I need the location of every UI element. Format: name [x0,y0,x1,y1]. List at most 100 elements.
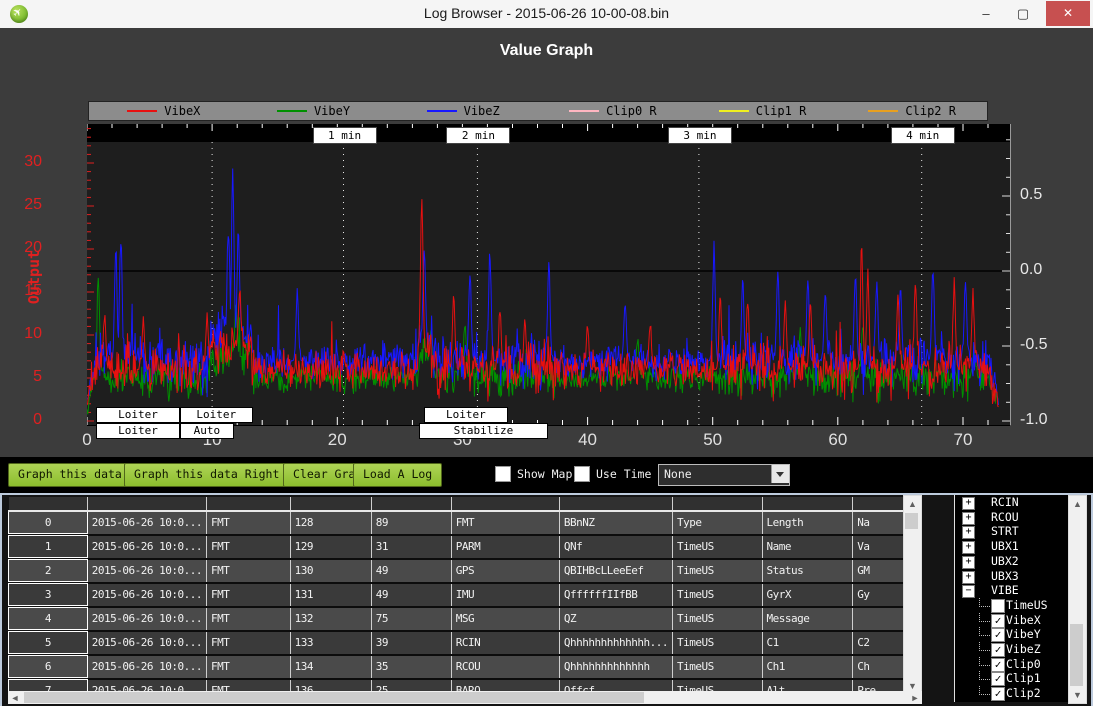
clip0-checkbox[interactable]: ✓ [991,658,1005,672]
row-index-cell[interactable]: 3 [9,583,88,607]
table-cell[interactable]: 49 [371,583,451,607]
table-hscroll-thumb[interactable] [24,692,644,703]
table-cell[interactable]: RCIN [451,631,559,655]
table-cell[interactable]: 35 [371,655,451,679]
row-index-cell[interactable]: 4 [9,607,88,631]
table-cell[interactable]: FMT [207,607,291,631]
scroll-down-icon[interactable]: ▼ [904,681,921,691]
table-row[interactable]: 32015-06-26 10:0...FMT13149IMUQffffffIIf… [9,583,907,607]
table-cell[interactable]: GPS [451,559,559,583]
expand-icon[interactable]: + [962,512,975,525]
tree-item-ubx1[interactable]: + UBX1 [955,539,1069,554]
maximize-button[interactable]: ▢ [1008,0,1038,27]
tree-leaf-label[interactable]: Clip2 [1006,686,1041,701]
tree-node-label[interactable]: RCOU [991,510,1019,525]
tree-leaf-label[interactable]: Clip1 [1006,671,1041,686]
table-cell[interactable]: 133 [290,631,371,655]
table-cell[interactable]: 49 [371,559,451,583]
table-cell[interactable]: 31 [371,535,451,559]
table-cell[interactable]: GyrX [762,583,853,607]
vibey-checkbox[interactable]: ✓ [991,628,1005,642]
table-cell[interactable]: TimeUS [672,535,762,559]
row-index-cell[interactable]: 6 [9,655,88,679]
table-cell[interactable]: BBnNZ [559,511,672,535]
data-source-dropdown[interactable]: None [658,464,790,486]
table-cell[interactable]: RCOU [451,655,559,679]
table-cell[interactable]: FMT [207,655,291,679]
table-cell[interactable]: TimeUS [672,631,762,655]
close-button[interactable]: ✕ [1046,1,1090,26]
vibex-checkbox[interactable]: ✓ [991,614,1005,628]
table-cell[interactable]: C1 [762,631,853,655]
dropdown-arrow-button[interactable] [771,465,789,483]
clip2-checkbox[interactable]: ✓ [991,687,1005,701]
table-cell[interactable]: FMT [207,631,291,655]
table-cell[interactable]: PARM [451,535,559,559]
tree-item-vibey[interactable]: ✓VibeY [955,627,1069,642]
table-vertical-scrollbar[interactable]: ▲ ▼ [903,495,922,695]
minimize-button[interactable]: – [971,0,1001,27]
table-cell[interactable]: TimeUS [672,559,762,583]
tree-item-ubx2[interactable]: + UBX2 [955,554,1069,569]
table-cell[interactable]: 2015-06-26 10:0... [87,559,206,583]
tree-item-vibez[interactable]: ✓VibeZ [955,642,1069,657]
table-cell[interactable]: 2015-06-26 10:0... [87,655,206,679]
tree-node-label[interactable]: UBX2 [991,554,1019,569]
vibez-checkbox[interactable]: ✓ [991,643,1005,657]
table-cell[interactable]: Type [672,511,762,535]
table-cell[interactable]: IMU [451,583,559,607]
table-horizontal-scrollbar[interactable]: ◄ ► [8,691,922,704]
table-cell[interactable]: QffffffIIfBB [559,583,672,607]
table-row[interactable]: 42015-06-26 10:0...FMT13275MSGQZTimeUSMe… [9,607,907,631]
tree-item-clip2[interactable]: ✓Clip2 [955,686,1069,701]
table-cell[interactable]: C2 [853,631,907,655]
tree-node-label[interactable]: UBX1 [991,539,1019,554]
table-cell[interactable]: 132 [290,607,371,631]
table-cell[interactable]: Status [762,559,853,583]
table-vscroll-thumb[interactable] [905,513,918,529]
table-cell[interactable]: FMT [207,535,291,559]
scroll-up-icon[interactable]: ▲ [1069,499,1086,509]
expand-icon[interactable]: + [962,497,975,510]
tree-node-label[interactable]: VIBE [991,583,1019,598]
table-cell[interactable]: 2015-06-26 10:0... [87,535,206,559]
tree-node-label[interactable]: RCIN [991,495,1019,510]
table-cell[interactable]: FMT [207,511,291,535]
title-bar[interactable]: ✈ Log Browser - 2015-06-26 10-00-08.bin … [0,0,1093,29]
tree-node-label[interactable]: UBX3 [991,569,1019,584]
table-cell[interactable]: GM [853,559,907,583]
timeus-checkbox[interactable] [991,599,1005,613]
table-cell[interactable]: TimeUS [672,655,762,679]
expand-icon[interactable]: + [962,556,975,569]
table-cell[interactable]: FMT [207,559,291,583]
table-cell[interactable] [853,607,907,631]
clip1-checkbox[interactable]: ✓ [991,672,1005,686]
table-row[interactable]: 22015-06-26 10:0...FMT13049GPSQBIHBcLLee… [9,559,907,583]
expand-icon[interactable]: + [962,571,975,584]
tree-item-rcin[interactable]: + RCIN [955,495,1069,510]
table-cell[interactable]: Length [762,511,853,535]
load-log-button[interactable]: Load A Log [353,463,442,487]
tree-leaf-label[interactable]: Clip0 [1006,657,1041,672]
tree-item-rcou[interactable]: + RCOU [955,510,1069,525]
row-index-cell[interactable]: 5 [9,631,88,655]
table-cell[interactable]: 2015-06-26 10:0... [87,631,206,655]
expand-icon[interactable]: + [962,541,975,554]
table-cell[interactable]: Ch [853,655,907,679]
table-cell[interactable]: 39 [371,631,451,655]
collapse-icon[interactable]: − [962,585,975,598]
graph-right-button[interactable]: Graph this data Right [124,463,289,487]
table-cell[interactable]: MSG [451,607,559,631]
scroll-left-icon[interactable]: ◄ [10,693,20,703]
expand-icon[interactable]: + [962,526,975,539]
tree-leaf-label[interactable]: VibeZ [1006,642,1041,657]
log-table[interactable]: 02015-06-26 10:0...FMT12889FMTBBnNZTypeL… [8,497,907,695]
table-cell[interactable]: Qhhhhhhhhhhhhh [559,655,672,679]
row-index-cell[interactable]: 1 [9,535,88,559]
tree-item-clip0[interactable]: ✓Clip0 [955,657,1069,672]
table-cell[interactable]: Na [853,511,907,535]
tree-leaf-label[interactable]: VibeY [1006,627,1041,642]
table-cell[interactable]: TimeUS [672,583,762,607]
table-cell[interactable]: 131 [290,583,371,607]
table-cell[interactable]: 128 [290,511,371,535]
